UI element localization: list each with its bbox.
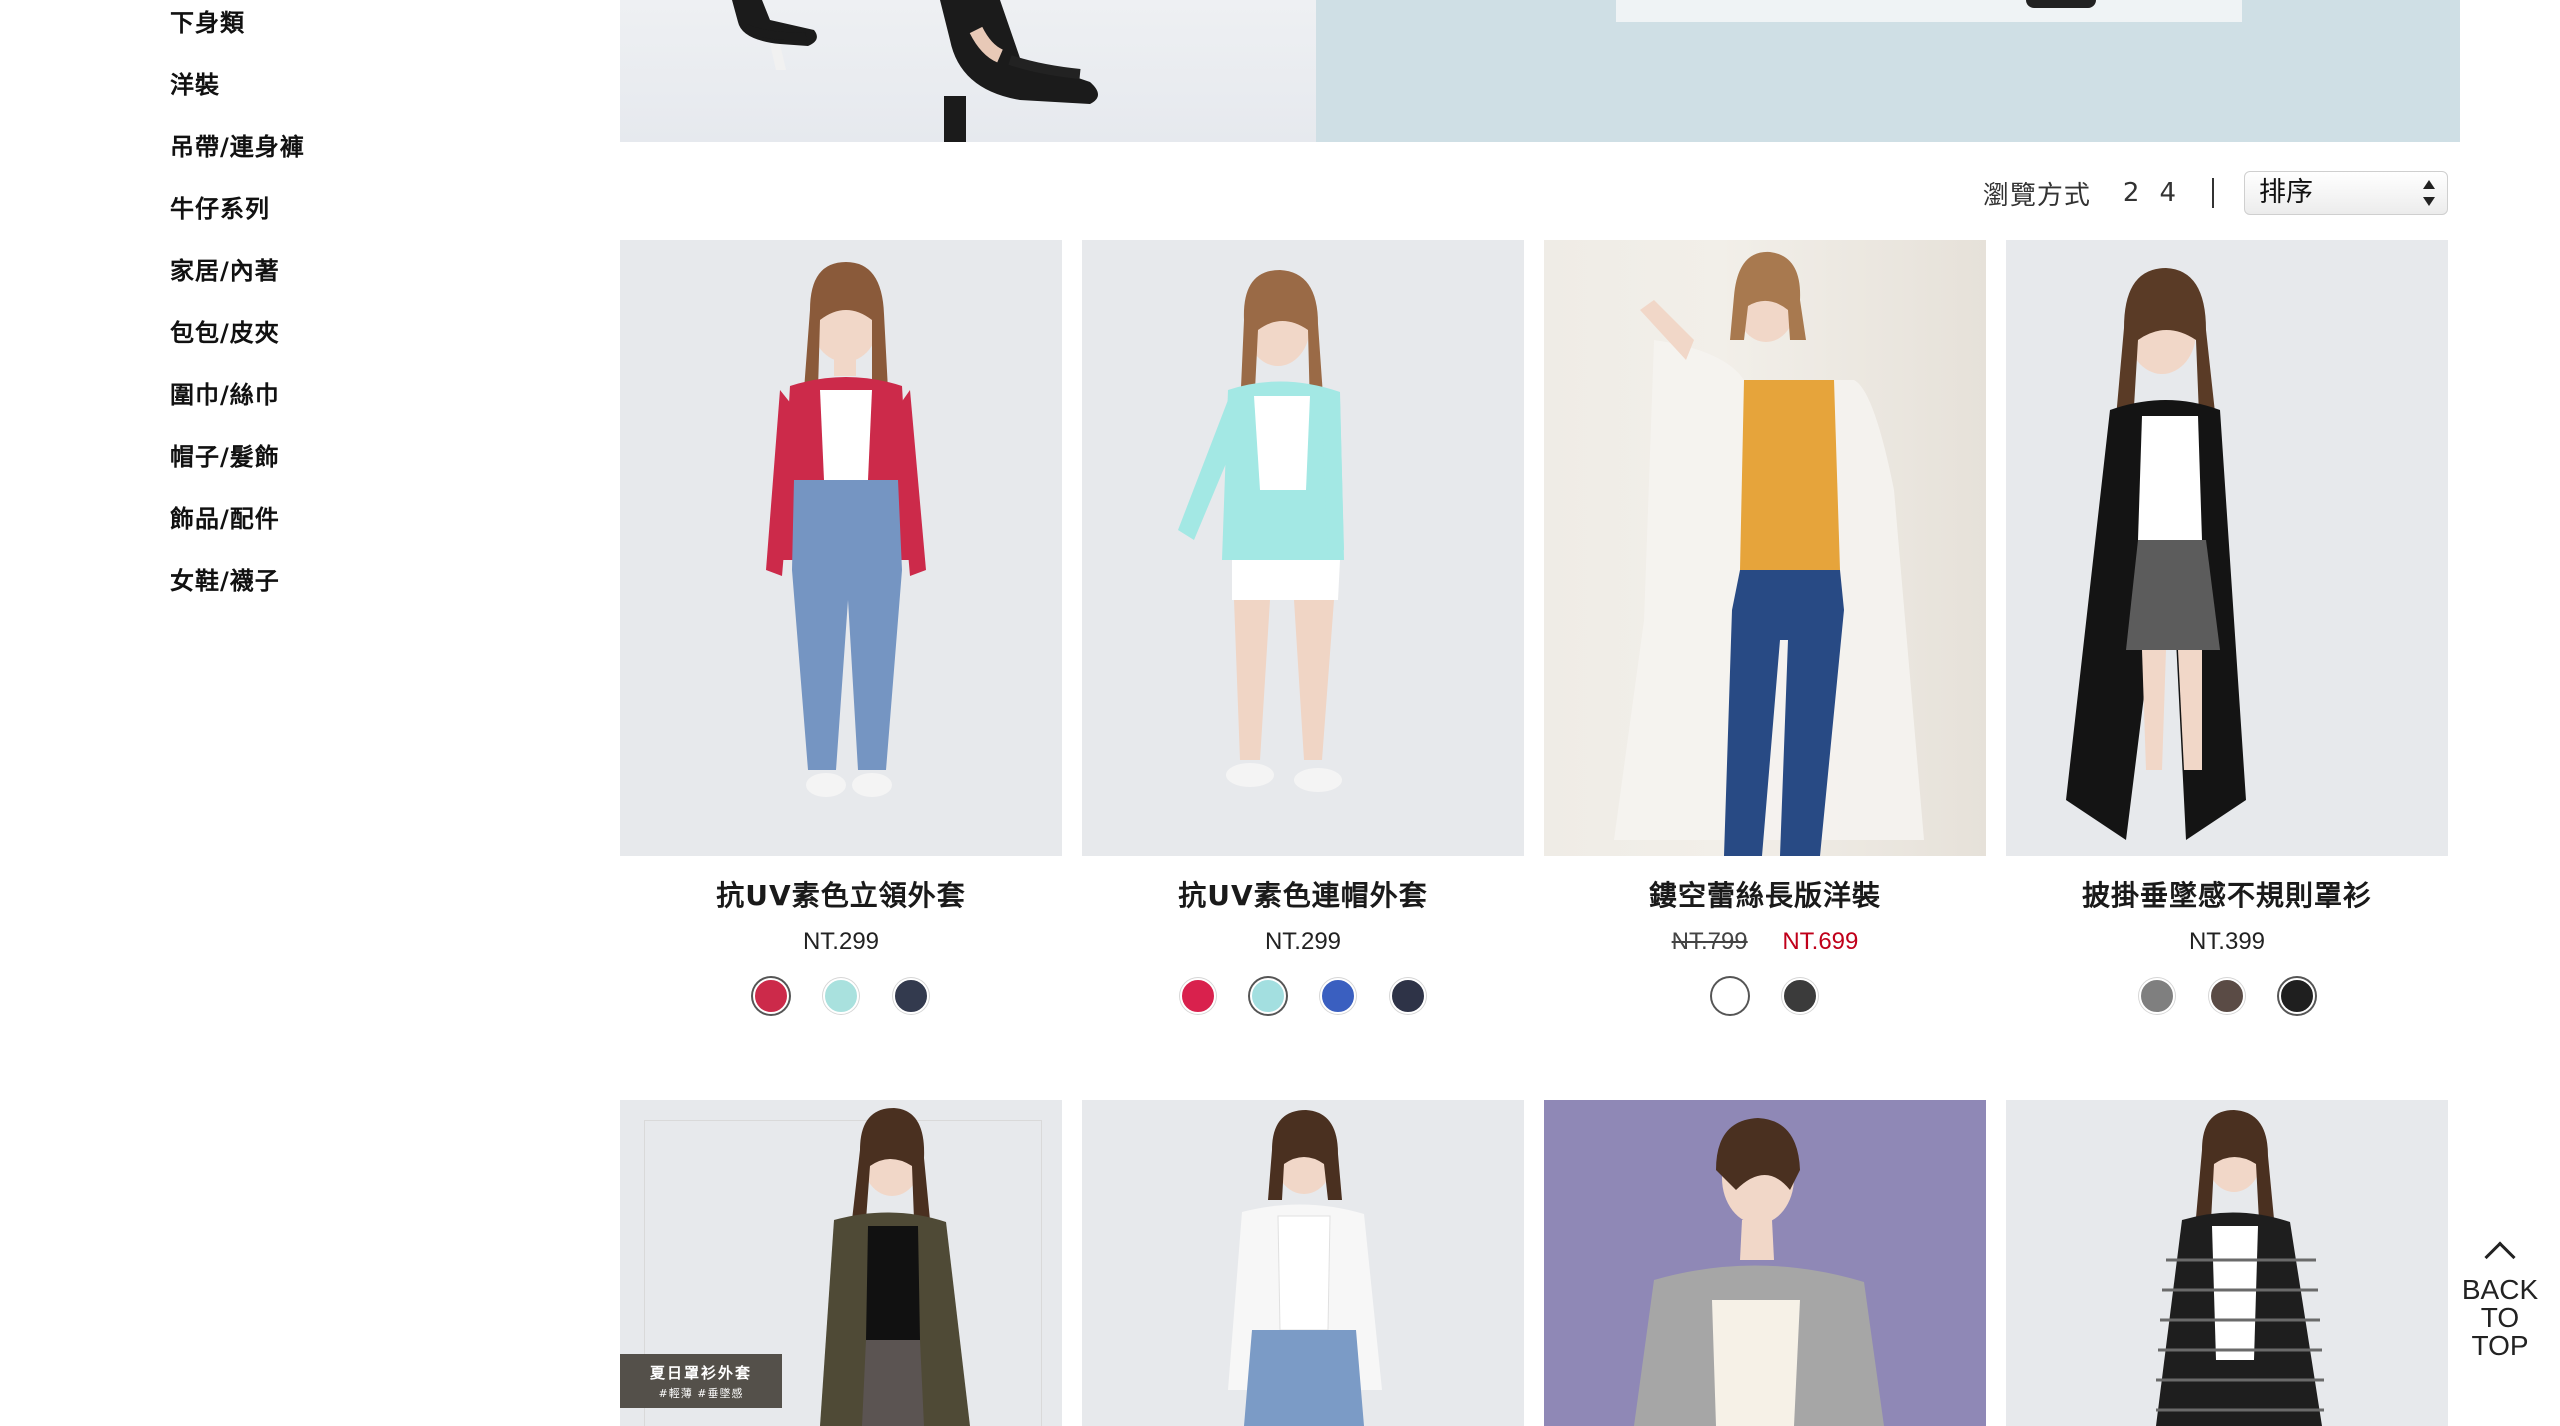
product-image[interactable]: [2006, 240, 2448, 856]
product-card[interactable]: 夏日罩衫外套 #輕薄 #垂墜感: [620, 1100, 1062, 1426]
color-swatch[interactable]: [2209, 978, 2245, 1014]
product-image[interactable]: [1544, 240, 1986, 856]
select-arrows-icon: [2423, 180, 2435, 206]
color-swatches: [2006, 978, 2448, 1014]
sort-select-value: 排序: [2259, 177, 2313, 208]
color-swatch[interactable]: [1180, 978, 1216, 1014]
product-name[interactable]: 披掛垂墜感不規則罩衫: [2006, 878, 2448, 914]
model-hoodie-illustration: [1178, 270, 1344, 792]
color-swatches: [1544, 978, 1986, 1014]
sidebar-item-dresses[interactable]: 洋裝: [170, 62, 470, 124]
sidebar-item-accessories[interactable]: 飾品/配件: [170, 496, 470, 558]
color-swatch[interactable]: [2139, 978, 2175, 1014]
model-black-cardigan-illustration: [2066, 268, 2246, 840]
sidebar-item-bags[interactable]: 包包/皮夾: [170, 310, 470, 372]
product-card[interactable]: [2006, 1100, 2448, 1426]
color-swatch[interactable]: [1390, 978, 1426, 1014]
banner-graphic-area: [1316, 0, 2460, 142]
sidebar-item-scarves[interactable]: 圍巾/絲巾: [170, 372, 470, 434]
color-swatch[interactable]: [893, 978, 929, 1014]
color-swatch[interactable]: [1250, 978, 1286, 1014]
product-image[interactable]: [620, 240, 1062, 856]
color-swatch[interactable]: [823, 978, 859, 1014]
view-option-2[interactable]: 2: [2123, 178, 2140, 208]
product-card[interactable]: 抗UV素色立領外套 NT.299: [620, 240, 1062, 1014]
model-red-jacket-illustration: [766, 262, 926, 797]
product-name[interactable]: 抗UV素色連帽外套: [1082, 878, 1524, 914]
listing-toolbar: 瀏覽方式 2 4 排序: [1983, 170, 2448, 216]
sidebar-item-shoes-socks[interactable]: 女鞋/襪子: [170, 558, 470, 620]
color-swatch[interactable]: [1782, 978, 1818, 1014]
color-swatch[interactable]: [1712, 978, 1748, 1014]
product-image[interactable]: [2006, 1100, 2448, 1426]
color-swatch[interactable]: [753, 978, 789, 1014]
back-to-top-line3: TOP: [2471, 1330, 2529, 1361]
sidebar-item-overalls[interactable]: 吊帶/連身褲: [170, 124, 470, 186]
chevron-up-icon: [2484, 1241, 2516, 1273]
promo-tag-subtitle: #輕薄 #垂墜感: [658, 1387, 744, 1400]
promo-banner[interactable]: [620, 0, 2460, 142]
sidebar-item-homewear[interactable]: 家居/內著: [170, 248, 470, 310]
color-swatch[interactable]: [1320, 978, 1356, 1014]
color-swatches: [1082, 978, 1524, 1014]
product-image[interactable]: [1082, 240, 1524, 856]
color-swatch[interactable]: [2279, 978, 2315, 1014]
product-price: NT.299: [802, 928, 880, 955]
product-price: NT.299: [1264, 928, 1342, 955]
color-swatches: [620, 978, 1062, 1014]
product-card[interactable]: 抗UV素色連帽外套 NT.299: [1082, 240, 1524, 1014]
sale-price: NT.699: [1782, 928, 1859, 955]
banner-shoe-icon: [2026, 0, 2096, 8]
product-card[interactable]: [1082, 1100, 1524, 1426]
sort-select[interactable]: 排序: [2244, 171, 2448, 215]
product-price-row: NT.399: [2006, 926, 2448, 958]
product-card[interactable]: [1544, 1100, 1986, 1426]
model-white-cardigan-illustration: [1228, 1110, 1382, 1426]
product-price: NT.399: [2188, 928, 2266, 955]
model-stripe-cardigan-illustration: [2156, 1110, 2324, 1426]
product-image[interactable]: [1544, 1100, 1986, 1426]
product-price-row: NT.299: [1082, 926, 1524, 958]
back-to-top-line2: TO: [2480, 1302, 2520, 1333]
sidebar-item-hats[interactable]: 帽子/髮飾: [170, 434, 470, 496]
sidebar-item-denim[interactable]: 牛仔系列: [170, 186, 470, 248]
sandals-illustration: [732, 0, 1098, 142]
model-lace-dress-illustration: [1614, 251, 1924, 856]
back-to-top-line1: BACK: [2461, 1274, 2539, 1305]
banner-card: [1616, 0, 2242, 22]
view-option-4[interactable]: 4: [2159, 178, 2176, 208]
banner-photo: [620, 0, 1316, 142]
back-to-top-button[interactable]: BACK TO TOP: [2458, 1236, 2542, 1360]
product-name[interactable]: 鏤空蕾絲長版洋裝: [1544, 878, 1986, 914]
view-mode-label: 瀏覽方式: [1982, 180, 2091, 211]
product-card[interactable]: 披掛垂墜感不規則罩衫 NT.399: [2006, 240, 2448, 1014]
product-name[interactable]: 抗UV素色立領外套: [620, 878, 1062, 914]
promo-tag-title: 夏日罩衫外套: [649, 1364, 752, 1382]
promo-tag: 夏日罩衫外套 #輕薄 #垂墜感: [620, 1354, 782, 1408]
product-price-row: NT.799 NT.699: [1544, 926, 1986, 958]
product-card[interactable]: 鏤空蕾絲長版洋裝 NT.799 NT.699: [1544, 240, 1986, 1014]
product-image[interactable]: [1082, 1100, 1524, 1426]
toolbar-divider: [2212, 178, 2214, 208]
sidebar-item-bottoms[interactable]: 下身類: [170, 0, 470, 62]
model-gray-blazer-illustration: [1634, 1118, 1884, 1426]
product-image[interactable]: 夏日罩衫外套 #輕薄 #垂墜感: [620, 1100, 1062, 1426]
product-price-row: NT.299: [620, 926, 1062, 958]
category-sidebar: 下身類 洋裝 吊帶/連身褲 牛仔系列 家居/內著 包包/皮夾 圍巾/絲巾 帽子/…: [170, 0, 470, 620]
original-price: NT.799: [1671, 928, 1748, 955]
